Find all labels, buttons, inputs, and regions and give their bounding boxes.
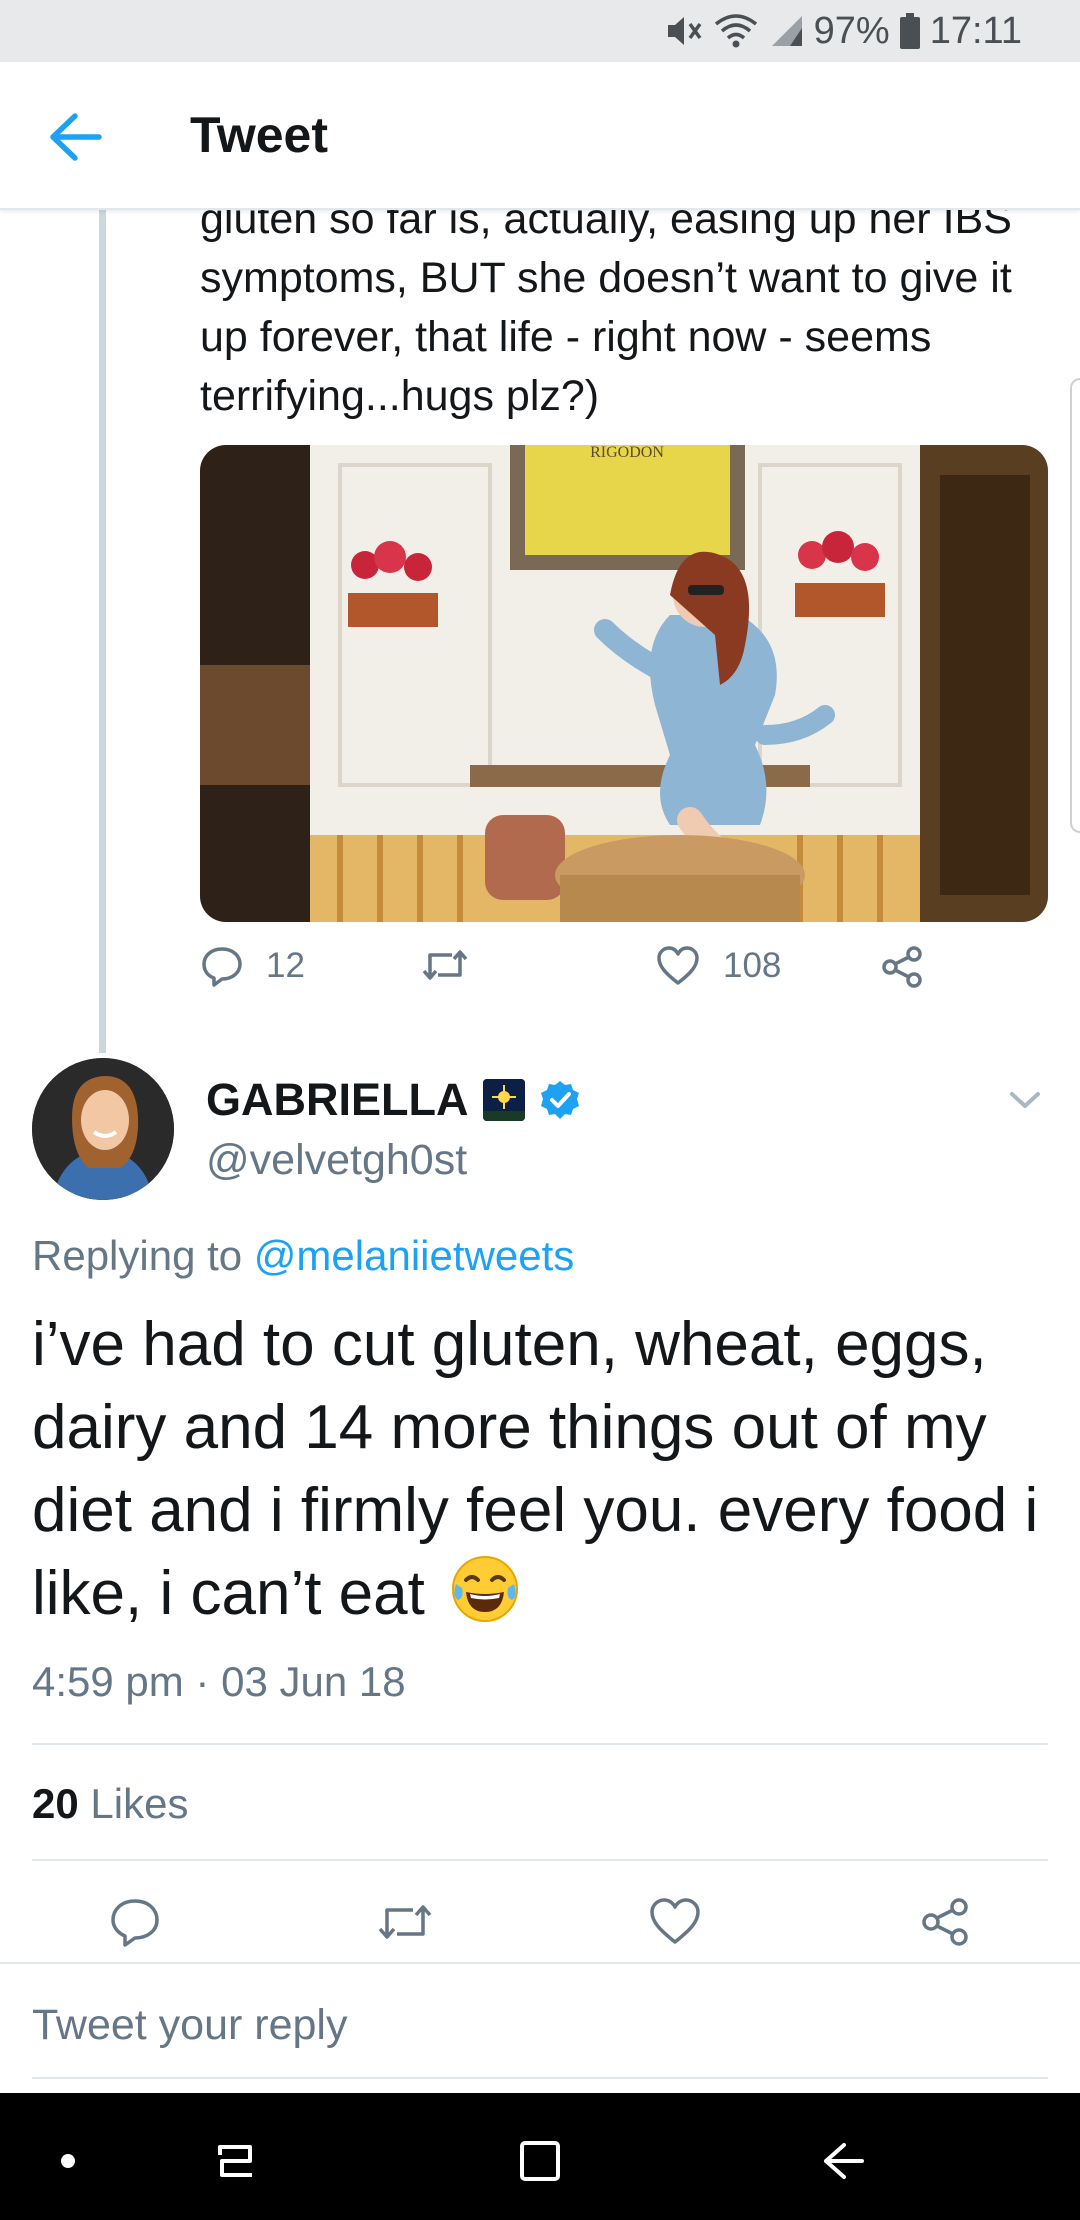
back-arrow-icon [824,2143,864,2179]
author-name-row[interactable]: GABRIELLA [206,1074,581,1126]
mute-icon [664,12,704,50]
parent-tweet-text: gluten so far is, actually, easing up he… [200,195,1012,420]
parent-share-action[interactable] [880,945,924,989]
replying-to-label: Replying to [32,1232,243,1279]
reply-input-underline [32,2077,1048,2079]
parent-tweet-photo[interactable]: RIGODON [200,445,1048,922]
parent-reply-count: 12 [266,946,305,985]
battery-percent: 97% [813,9,890,52]
avatar[interactable] [32,1058,174,1200]
heart-icon [650,1898,700,1944]
reply-button[interactable] [105,1892,165,1952]
photo-sign-text: RIGODON [590,445,664,461]
status-icons: 97% 17:11 [664,8,1022,54]
nav-dot-button[interactable] [38,2131,98,2191]
tweet-text: i’ve had to cut gluten, wheat, eggs, dai… [32,1310,1039,1628]
divider [32,1743,1048,1745]
likes-count: 20 [32,1780,79,1827]
recent-apps-button[interactable] [206,2131,266,2191]
reply-icon [111,1899,159,1947]
tweet-options-button[interactable] [1000,1080,1050,1120]
dot-icon [61,2154,75,2168]
share-icon [922,1898,968,1946]
divider [0,1962,1080,1964]
retweet-button[interactable] [375,1892,435,1952]
battery-icon [899,13,920,49]
heart-icon [657,946,699,985]
reply-icon [202,947,242,987]
share-icon [882,946,922,988]
chevron-down-icon [1010,1092,1040,1108]
like-button[interactable] [645,1892,705,1952]
likes-label: Likes [90,1780,189,1827]
divider [32,1859,1048,1861]
author-handle[interactable]: @velvetgh0st [206,1136,467,1185]
parent-tweet-actions: 12 108 [200,945,960,1005]
tweet-body: i’ve had to cut gluten, wheat, eggs, dai… [32,1303,1062,1635]
clock: 17:11 [929,9,1022,52]
recent-apps-icon [218,2145,252,2177]
replying-to-link[interactable]: @melaniietweets [254,1232,574,1279]
app-header: Tweet [0,62,1080,210]
signal-icon [768,12,804,50]
author-name: GABRIELLA [206,1074,469,1125]
home-button[interactable] [510,2131,570,2191]
likes-stat[interactable]: 20 Likes [32,1780,188,1828]
verified-badge-icon [540,1081,579,1119]
thread-connector-line [99,208,106,1053]
parent-like-action[interactable]: 108 [655,945,781,987]
tweet-timestamp[interactable]: 4:59 pm · 03 Jun 18 [32,1658,406,1706]
home-icon [520,2141,560,2181]
retweet-icon [378,1905,432,1939]
page-title: Tweet [190,107,328,163]
tweet-actions [0,1892,1080,1956]
arrow-left-icon [50,113,102,161]
system-nav-bar [0,2093,1080,2220]
parent-retweet-action[interactable] [420,945,470,985]
face-with-tears-of-joy-icon [452,1556,519,1622]
parent-reply-action[interactable]: 12 [200,945,305,987]
back-nav-button[interactable] [812,2131,872,2191]
reply-input[interactable]: Tweet your reply [32,2001,347,2050]
wifi-icon [714,12,758,50]
replying-to-line: Replying to @melaniietweets [32,1232,574,1280]
night-sky-emoji-icon [482,1079,525,1121]
status-bar: 97% 17:11 [0,0,1080,62]
parent-like-count: 108 [723,946,782,985]
share-button[interactable] [915,1892,975,1952]
scroll-indicator [1070,378,1080,833]
retweet-icon [422,950,468,980]
back-button[interactable] [40,102,110,172]
